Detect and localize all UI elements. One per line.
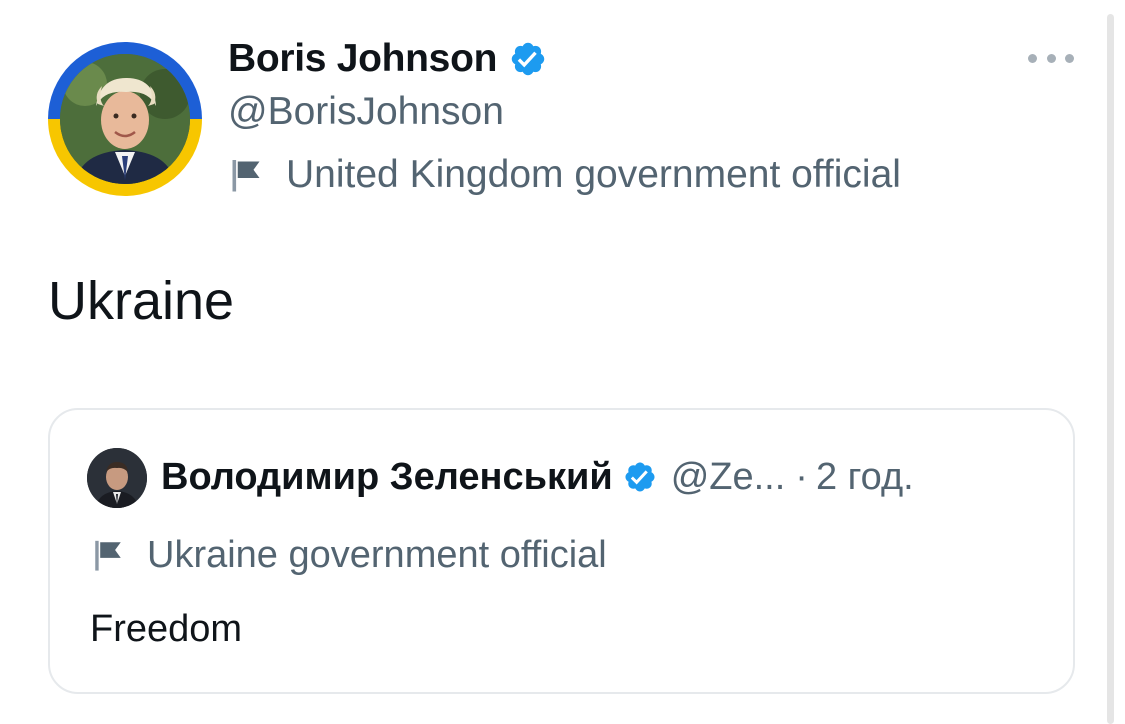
- author-name-row[interactable]: Boris Johnson: [228, 36, 547, 82]
- quoted-government-label-text: Ukraine government official: [147, 533, 607, 576]
- avatar-photo: [60, 54, 190, 184]
- quoted-author-avatar: [87, 448, 147, 508]
- flag-icon: [91, 538, 125, 572]
- quoted-government-label[interactable]: Ukraine government official: [91, 532, 607, 578]
- more-horizontal-icon[interactable]: [1028, 48, 1074, 68]
- quoted-tweet-card[interactable]: Володимир Зеленський @Ze... · 2 год. Ukr…: [48, 408, 1075, 694]
- quoted-tweet-text: Freedom: [90, 608, 243, 650]
- more-dot: [1028, 53, 1037, 63]
- author-handle[interactable]: @BorisJohnson: [228, 90, 504, 134]
- author-name[interactable]: Boris Johnson: [228, 37, 497, 81]
- author-avatar[interactable]: [48, 42, 202, 196]
- quoted-author-handle[interactable]: @Ze...: [671, 456, 786, 499]
- government-label[interactable]: United Kingdom government official: [228, 152, 901, 198]
- tweet-text: Ukraine: [48, 271, 235, 331]
- verified-badge-icon: [509, 40, 547, 78]
- more-dot: [1065, 53, 1074, 63]
- government-label-text: United Kingdom government official: [286, 153, 901, 196]
- quoted-tweet-header[interactable]: Володимир Зеленський @Ze... · 2 год.: [161, 454, 914, 500]
- scrollbar[interactable]: [1107, 14, 1114, 724]
- tweet[interactable]: Boris Johnson @BorisJohnson United Kingd…: [0, 0, 1105, 724]
- separator-dot: ·: [795, 455, 808, 498]
- more-dot: [1046, 53, 1056, 63]
- quoted-author-name[interactable]: Володимир Зеленський: [161, 456, 613, 499]
- quoted-tweet-time[interactable]: 2 год.: [816, 456, 914, 499]
- verified-badge-icon: [623, 460, 657, 494]
- flag-icon: [228, 157, 264, 193]
